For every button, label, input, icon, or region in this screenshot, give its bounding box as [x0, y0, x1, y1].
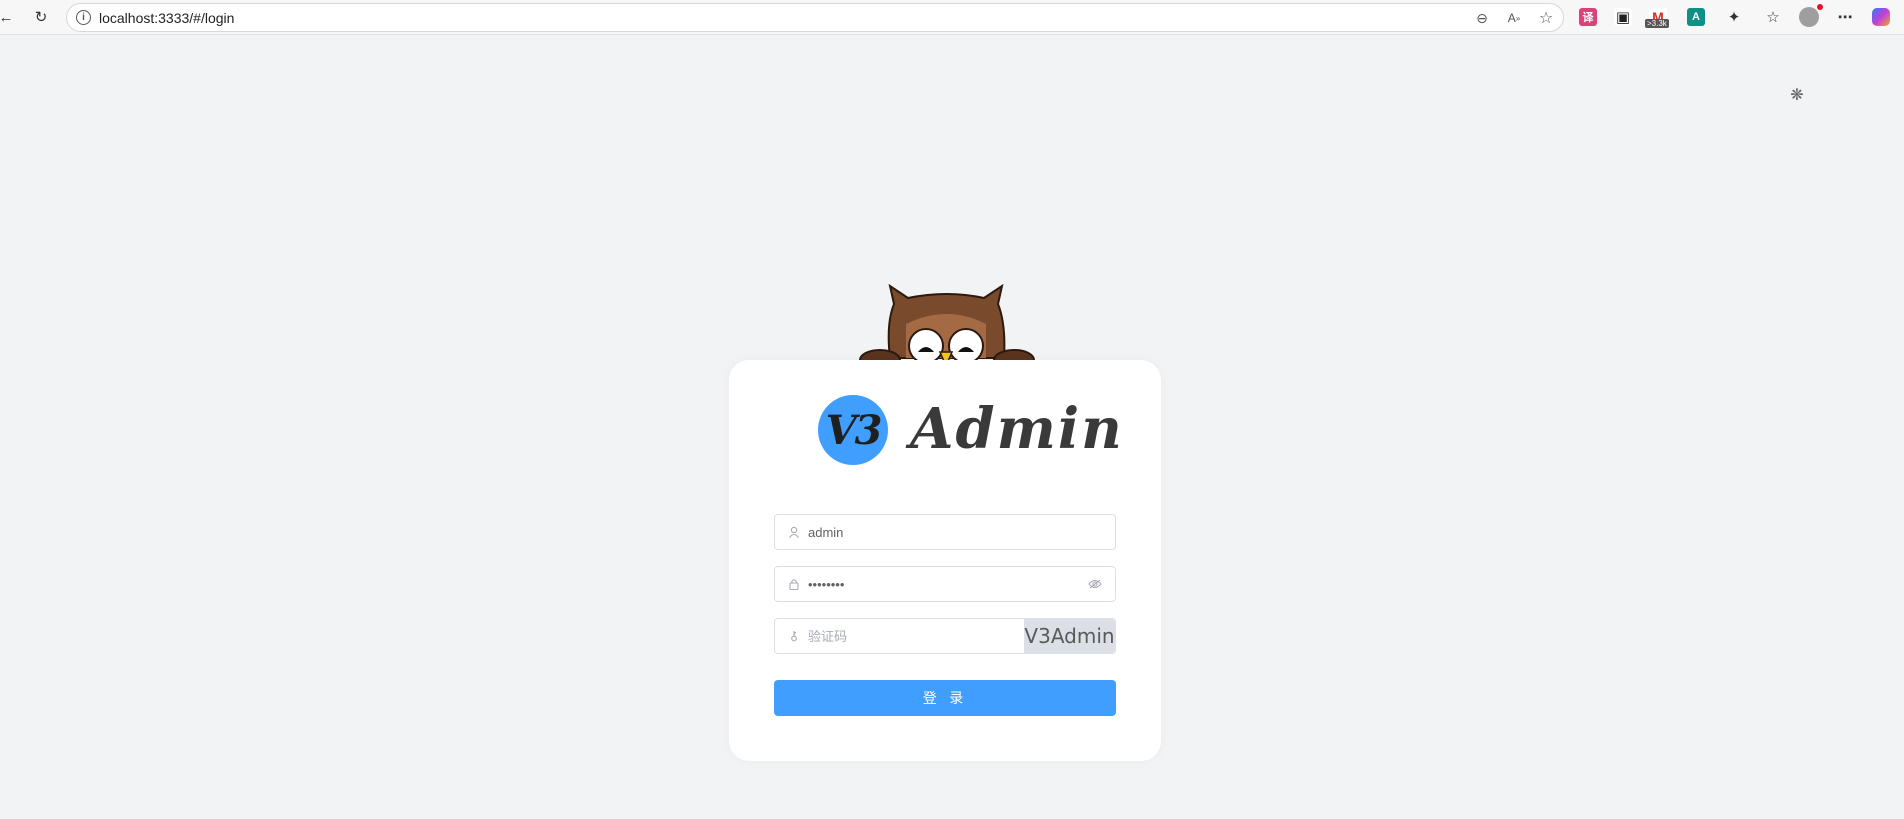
user-icon [787, 525, 801, 539]
browser-toolbar: ← ↻ i localhost:3333/#/login ⊖ A» ☆ 译 ▣ … [0, 0, 1904, 35]
more-menu-icon[interactable]: ⋯ [1833, 5, 1857, 29]
username-input[interactable] [808, 522, 1078, 542]
favorites-icon[interactable]: ☆ [1761, 5, 1785, 29]
zoom-out-icon[interactable]: ⊖ [1471, 7, 1493, 29]
reload-icon[interactable]: ↻ [29, 5, 53, 29]
owl-illustration [859, 284, 1035, 370]
mail-badge: >3.3k [1645, 19, 1669, 28]
password-input[interactable] [808, 574, 1078, 594]
site-info-icon[interactable]: i [76, 10, 91, 25]
copilot-icon[interactable] [1869, 5, 1893, 29]
profile-avatar-icon[interactable] [1797, 4, 1823, 29]
password-field[interactable] [774, 566, 1116, 602]
logo-admin-text: Admin [910, 396, 1124, 462]
username-field[interactable] [774, 514, 1116, 550]
font-ext-icon[interactable]: A [1687, 8, 1705, 26]
logo-v3-text: V3 [825, 406, 883, 454]
captcha-field[interactable]: V3Admin [774, 618, 1116, 654]
read-aloud-icon[interactable]: A» [1503, 7, 1525, 29]
back-icon[interactable]: ← [0, 5, 18, 29]
address-bar[interactable]: i localhost:3333/#/login ⊖ A» ☆ [66, 3, 1564, 32]
game-ext-icon[interactable]: ▣ [1614, 8, 1632, 26]
theme-switch-icon[interactable]: ❋ [1786, 84, 1808, 106]
translate-ext-icon[interactable]: 译 [1579, 8, 1597, 26]
captcha-image[interactable]: V3Admin [1024, 619, 1115, 653]
login-button[interactable]: 登 录 [774, 680, 1116, 716]
favorite-star-icon[interactable]: ☆ [1535, 7, 1557, 29]
lock-icon [787, 577, 801, 591]
eye-icon[interactable] [1087, 577, 1103, 591]
logo-circle: V3 [818, 395, 888, 465]
key-icon [787, 629, 801, 643]
url-text[interactable]: localhost:3333/#/login [99, 10, 234, 26]
login-card: V3 Admin V3Admin 登 录 [729, 360, 1161, 761]
brand-logo: V3 Admin [818, 390, 1122, 466]
extensions-puzzle-icon[interactable]: ✦ [1722, 5, 1746, 29]
